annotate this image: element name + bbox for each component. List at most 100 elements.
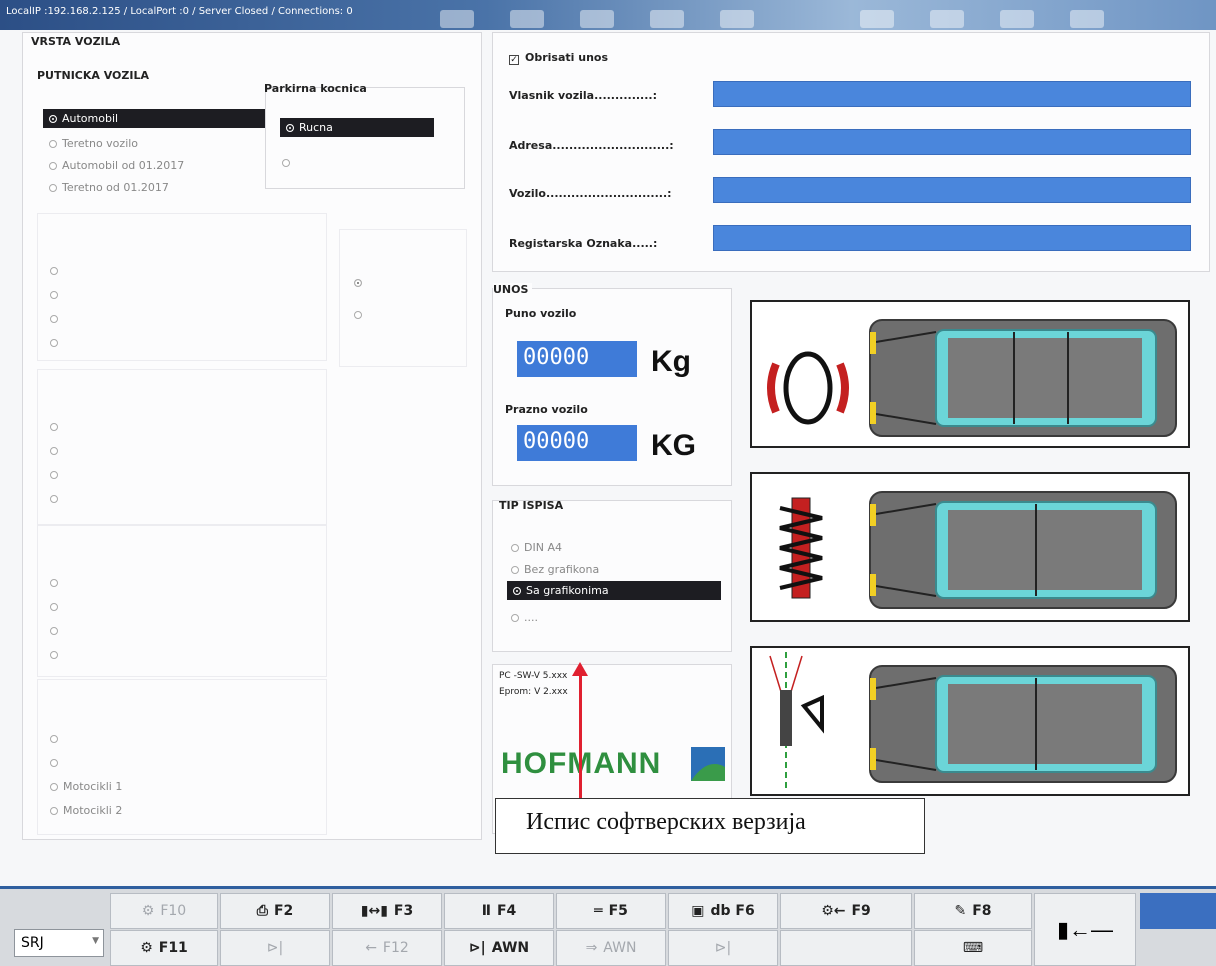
arrow-icon: ⇒ (585, 940, 598, 956)
radio-empty[interactable] (50, 576, 63, 589)
suspension-test-graphic (779, 491, 1177, 609)
app-window: LocalIP :192.168.2.125 / LocalPort :0 / … (0, 0, 1216, 966)
f2-button[interactable]: ⎙ F2 (220, 893, 330, 929)
titlebar-decor (720, 10, 754, 28)
awn-button[interactable]: ⊳| AWN (444, 930, 554, 966)
passenger-vehicles-title: PUTNICKA VOZILA (37, 69, 149, 82)
keyboard-button[interactable]: ⌨ (914, 930, 1032, 966)
radio-empty[interactable] (50, 468, 63, 481)
eprom-version: Eprom: V 2.xxx (499, 687, 568, 697)
radio-teretno-2017[interactable]: Teretno od 01.2017 (49, 181, 169, 194)
f11-button[interactable]: ⚙ F11 (110, 930, 218, 966)
radio-empty[interactable] (50, 648, 63, 661)
save-icon: ▣ (691, 903, 705, 919)
radio-empty[interactable] (50, 420, 63, 433)
radio-motocikli-1[interactable]: Motocikli 1 (50, 780, 122, 793)
print-type-panel: TIP ISPISA DIN A4 Bez grafikona Sa grafi… (492, 499, 732, 652)
radio-motocikli-2[interactable]: Motocikli 2 (50, 804, 122, 817)
print-type-title: TIP ISPISA (499, 499, 564, 512)
arrow-icon: ⊳| (266, 940, 284, 956)
radio-empty[interactable] (50, 264, 63, 277)
arrow-icon: ← (365, 940, 377, 956)
radio-sa-grafikonima[interactable]: Sa grafikonima (507, 581, 721, 600)
radio-dot (511, 614, 519, 622)
f8-button[interactable]: ✎ F8 (914, 893, 1032, 929)
clear-entry-checkbox[interactable]: ✓ Obrisati unos (509, 51, 608, 65)
brake-test-graphic (767, 319, 1177, 437)
parking-brake-panel: Parkirna kocnica Rucna (264, 82, 465, 189)
radio-empty[interactable] (50, 288, 63, 301)
radio-empty[interactable] (354, 308, 367, 321)
vehicle-type-panel: VRSTA VOZILA PUTNICKA VOZILA Automobil T… (22, 32, 482, 840)
radio-dot (513, 587, 521, 595)
titlebar-decor (580, 10, 614, 28)
titlebar-decor (650, 10, 684, 28)
car-top-view (869, 665, 1177, 783)
radio-dot (511, 544, 519, 552)
option-group-2 (37, 369, 327, 525)
f9-button[interactable]: ⚙← F9 (780, 893, 912, 929)
keyboard-icon: ⌨ (962, 940, 984, 956)
titlebar-decor (930, 10, 964, 28)
radio-dot (511, 566, 519, 574)
titlebar-decor (440, 10, 474, 28)
radio-automobil[interactable]: Automobil (43, 109, 283, 128)
suspension-test-box[interactable] (750, 472, 1190, 622)
title-bar: LocalIP :192.168.2.125 / LocalPort :0 / … (0, 0, 1216, 30)
radio-parking-2[interactable] (282, 156, 295, 169)
owner-input[interactable] (713, 81, 1191, 107)
radio-empty[interactable] (50, 600, 63, 613)
registration-input[interactable] (713, 225, 1191, 251)
connection-status: LocalIP :192.168.2.125 / LocalPort :0 / … (6, 6, 353, 17)
address-input[interactable] (713, 129, 1191, 155)
exit-button[interactable]: ▮←— (1034, 893, 1136, 966)
radio-rucna[interactable]: Rucna (280, 118, 434, 137)
awn-back-button[interactable]: ⇒ AWN (556, 930, 666, 966)
vehicle-input[interactable] (713, 177, 1191, 203)
f6-button[interactable]: ▣ db F6 (668, 893, 778, 929)
radio-empty[interactable] (50, 756, 63, 769)
spring-icon (779, 497, 823, 599)
radio-teretno-vozilo[interactable]: Teretno vozilo (49, 137, 138, 150)
radio-dot (286, 124, 294, 132)
radio-empty[interactable] (50, 492, 63, 505)
empty-button[interactable]: ⊳| (668, 930, 778, 966)
radio-empty[interactable] (354, 276, 367, 289)
option-group-moto: Motocikli 1 Motocikli 2 (37, 679, 327, 835)
radio-print-4[interactable]: .... (511, 611, 538, 624)
empty-weight-unit: KG (651, 429, 696, 462)
empty-button[interactable] (780, 930, 912, 966)
radio-dot (49, 162, 57, 170)
alignment-test-box[interactable] (750, 646, 1190, 796)
car-top-view (869, 319, 1177, 437)
radio-empty[interactable] (50, 624, 63, 637)
titlebar-decor (1000, 10, 1034, 28)
radio-bez-grafikona[interactable]: Bez grafikona (511, 563, 599, 576)
radio-empty[interactable] (50, 444, 63, 457)
option-group-3 (37, 525, 327, 677)
titlebar-decor (860, 10, 894, 28)
language-select[interactable]: SRJ ▼ (14, 929, 104, 957)
radio-empty[interactable] (50, 336, 63, 349)
titlebar-decor (510, 10, 544, 28)
radio-dot (49, 115, 57, 123)
chevron-down-icon: ▼ (92, 936, 99, 946)
f10-button[interactable]: ⚙ F10 (110, 893, 218, 929)
empty-button[interactable]: ⊳| (220, 930, 330, 966)
f3-button[interactable]: ▮↔▮ F3 (332, 893, 442, 929)
f12-button[interactable]: ← F12 (332, 930, 442, 966)
f5-button[interactable]: ═ F5 (556, 893, 666, 929)
radio-empty[interactable] (50, 312, 63, 325)
corner-accent (1140, 893, 1216, 929)
radio-empty[interactable] (50, 732, 63, 745)
f4-button[interactable]: Ⅱ F4 (444, 893, 554, 929)
annotation-arrow (572, 662, 588, 800)
motorcycle-icon: ⚙ (141, 903, 155, 919)
radio-din-a4[interactable]: DIN A4 (511, 541, 562, 554)
scale-icon: ═ (594, 903, 603, 919)
brake-test-box[interactable] (750, 300, 1190, 448)
full-weight-unit: Kg (651, 345, 691, 378)
radio-automobil-2017[interactable]: Automobil od 01.2017 (49, 159, 184, 172)
arrow-icon: ⊳| (468, 940, 486, 956)
option-group-side (339, 229, 467, 367)
